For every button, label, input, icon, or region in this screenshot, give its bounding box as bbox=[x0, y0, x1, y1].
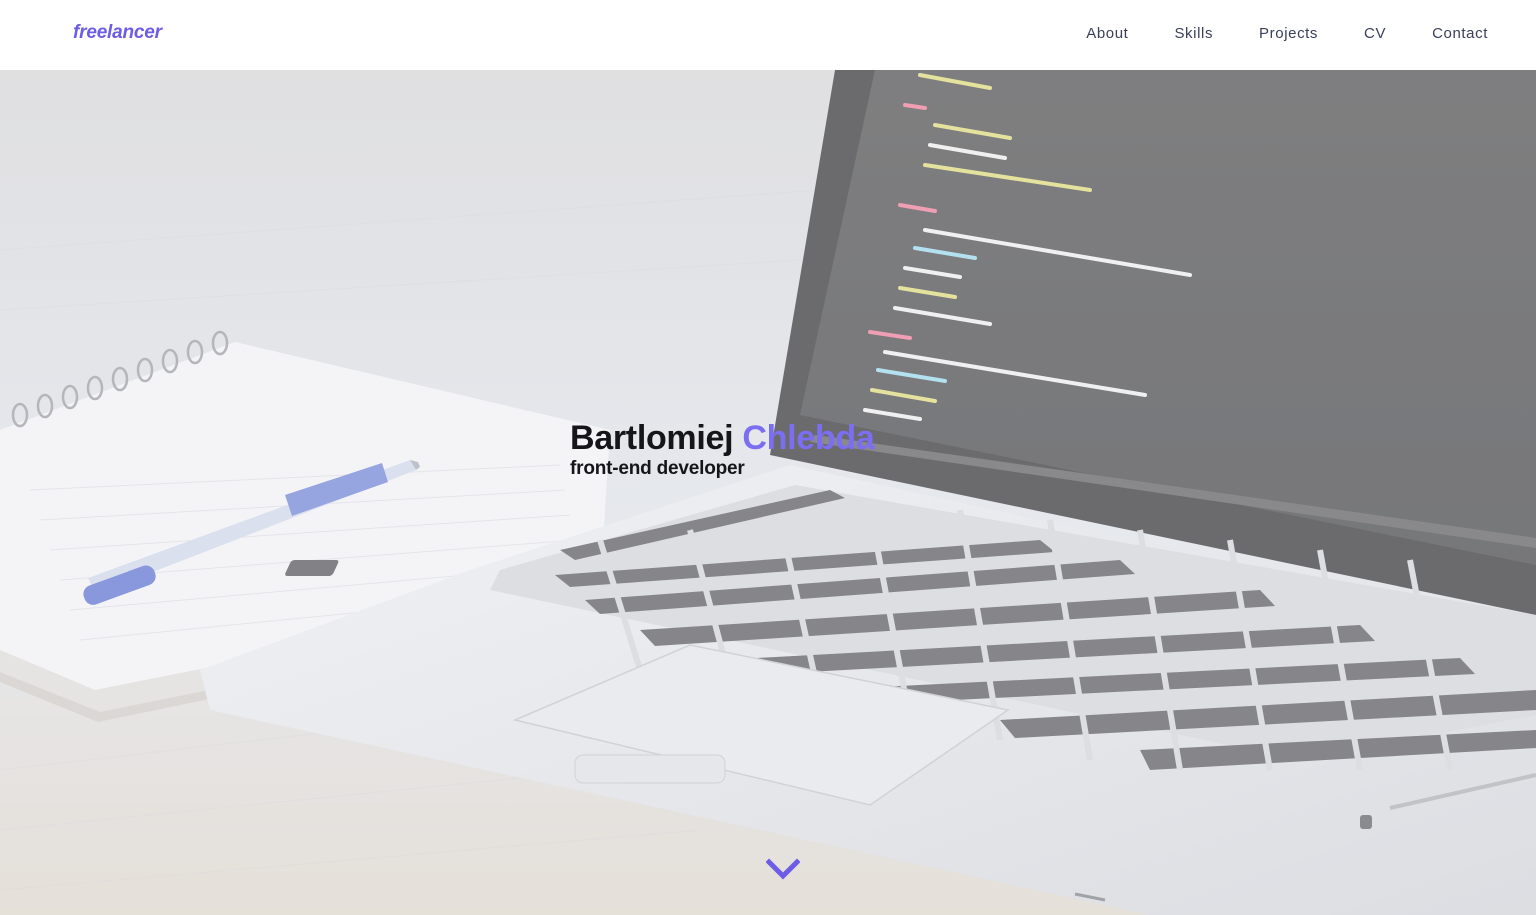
hero-name: Bartlomiej Chlebda bbox=[570, 419, 875, 457]
chevron-down-icon bbox=[765, 858, 801, 880]
hero-overlay bbox=[0, 70, 1536, 915]
main-nav: About Skills Projects CV Contact bbox=[1040, 25, 1488, 42]
navbar: freelancer About Skills Projects CV Cont… bbox=[0, 0, 1536, 70]
scroll-down-button[interactable] bbox=[765, 858, 801, 882]
hero-first-name: Bartlomiej bbox=[570, 419, 734, 457]
hero-role: front-end developer bbox=[570, 458, 745, 479]
hero-section: Bartlomiej Chlebda front-end developer bbox=[0, 70, 1536, 915]
nav-link-contact[interactable]: Contact bbox=[1432, 25, 1488, 42]
nav-link-about[interactable]: About bbox=[1086, 25, 1128, 42]
hero-heading-block: Bartlomiej Chlebda front-end developer bbox=[570, 419, 875, 481]
hero-last-name: Chlebda bbox=[742, 419, 875, 457]
nav-link-skills[interactable]: Skills bbox=[1174, 25, 1213, 42]
nav-link-cv[interactable]: CV bbox=[1364, 25, 1386, 42]
nav-link-projects[interactable]: Projects bbox=[1259, 25, 1318, 42]
brand-logo[interactable]: freelancer bbox=[73, 22, 162, 44]
